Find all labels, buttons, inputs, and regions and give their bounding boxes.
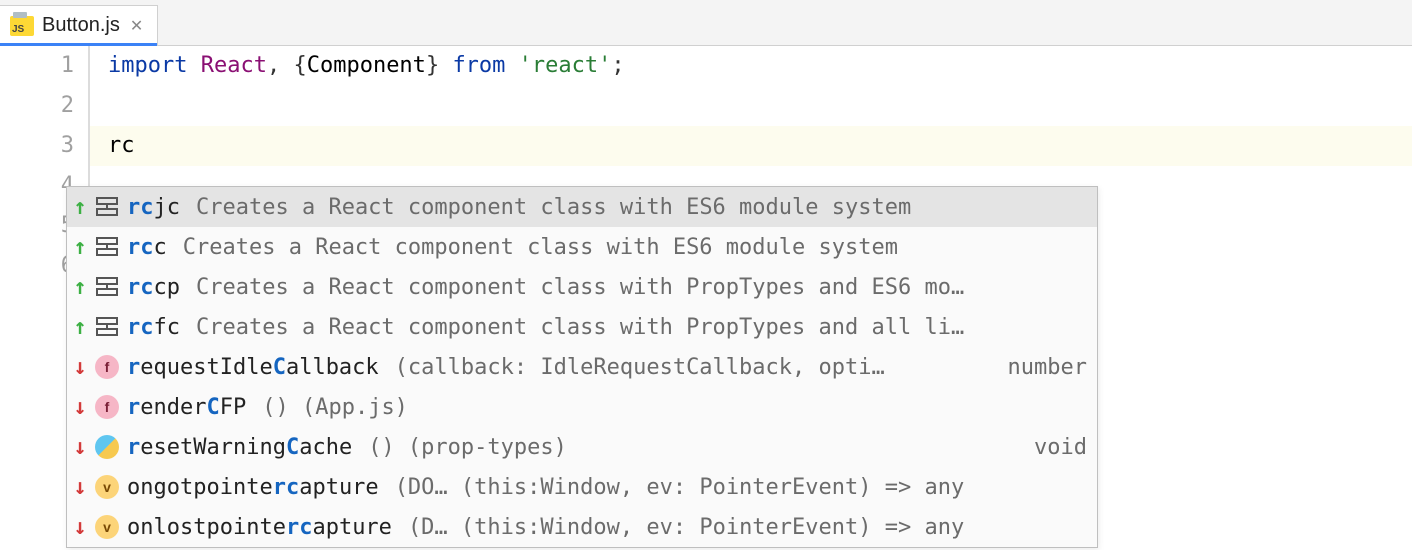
completion-description: Creates a React component class with ES6… bbox=[196, 195, 1087, 220]
completion-key: rcfc bbox=[127, 315, 180, 340]
autocomplete-item[interactable]: ↓ v ongotpointercapture (DO… (this:Window, … bbox=[67, 467, 1097, 507]
completion-key: ongotpointercapture bbox=[127, 475, 379, 500]
function-icon: f bbox=[95, 395, 119, 419]
arrow-down-icon: ↓ bbox=[73, 355, 87, 380]
code-line bbox=[108, 86, 1412, 126]
completion-description: () (prop-types) bbox=[368, 435, 1016, 460]
completion-key: requestIdleCallback bbox=[127, 355, 379, 380]
completion-description: (D… (this:Window, ev: PointerEvent) => a… bbox=[408, 515, 1087, 540]
autocomplete-popup[interactable]: ↑rcjcCreates a React component class wit… bbox=[66, 186, 1098, 548]
completion-key: renderCFP bbox=[127, 395, 246, 420]
autocomplete-item[interactable]: ↓ v onlostpointercapture (D… (this:Window, … bbox=[67, 507, 1097, 547]
arrow-up-icon: ↑ bbox=[73, 315, 87, 340]
function-icon: f bbox=[95, 355, 119, 379]
completion-key: rcc bbox=[127, 235, 167, 260]
template-icon bbox=[95, 275, 119, 299]
code-line-active: rc bbox=[90, 126, 1412, 166]
code-line: import React, {Component} from 'react'; bbox=[108, 46, 1412, 86]
variable-icon: v bbox=[95, 475, 119, 499]
autocomplete-item[interactable]: ↓ f requestIdleCallback (callback: IdleRequ… bbox=[67, 347, 1097, 387]
arrow-up-icon: ↑ bbox=[73, 195, 87, 220]
template-icon bbox=[95, 315, 119, 339]
arrow-up-icon: ↑ bbox=[73, 235, 87, 260]
line-number: 4 bbox=[0, 166, 74, 206]
line-number: 6 bbox=[0, 246, 74, 286]
completion-key: resetWarningCache bbox=[127, 435, 352, 460]
completion-tail-type: void bbox=[1034, 435, 1087, 460]
line-number: 3 bbox=[0, 126, 74, 166]
completion-description: () (App.js) bbox=[262, 395, 1087, 420]
line-number: 5 bbox=[0, 206, 74, 246]
completion-description: (DO… (this:Window, ev: PointerEvent) => … bbox=[395, 475, 1087, 500]
autocomplete-item[interactable]: ↓ f renderCFP () (App.js) bbox=[67, 387, 1097, 427]
autocomplete-item[interactable]: ↑ rcfc Creates a React component class wit… bbox=[67, 307, 1097, 347]
arrow-down-icon: ↓ bbox=[73, 515, 87, 540]
completion-description: (callback: IdleRequestCallback, opti… bbox=[395, 355, 990, 380]
tab-button-js[interactable]: JS Button.js ✕ bbox=[0, 5, 158, 45]
completion-key: rccp bbox=[127, 275, 180, 300]
tab-filename: Button.js bbox=[42, 14, 120, 37]
completion-description: Creates a React component class with Pro… bbox=[196, 275, 1087, 300]
arrow-down-icon: ↓ bbox=[73, 475, 87, 500]
completion-key: rcjc bbox=[127, 195, 180, 220]
autocomplete-item[interactable]: ↑ rccp Creates a React component class wit… bbox=[67, 267, 1097, 307]
completion-key: onlostpointercapture bbox=[127, 515, 392, 540]
completion-description: Creates a React component class with Pro… bbox=[196, 315, 1087, 340]
template-icon bbox=[95, 195, 119, 219]
tab-bar: JS Button.js ✕ bbox=[0, 0, 1412, 46]
autocomplete-item[interactable]: ↓ resetWarningCache () (prop-types) void bbox=[67, 427, 1097, 467]
variable-icon: v bbox=[95, 515, 119, 539]
js-file-icon: JS bbox=[10, 16, 34, 36]
arrow-down-icon: ↓ bbox=[73, 395, 87, 420]
arrow-up-icon: ↑ bbox=[73, 275, 87, 300]
line-number: 2 bbox=[0, 86, 74, 126]
completion-description: Creates a React component class with ES6… bbox=[183, 235, 1087, 260]
close-icon[interactable]: ✕ bbox=[128, 16, 145, 36]
arrow-down-icon: ↓ bbox=[73, 435, 87, 460]
line-number: 1 bbox=[0, 46, 74, 86]
template-icon bbox=[95, 235, 119, 259]
autocomplete-item[interactable]: ↑ rcc Creates a React component class with… bbox=[67, 227, 1097, 267]
autocomplete-item[interactable]: ↑ rcjc Creates a React component class wit… bbox=[67, 187, 1097, 227]
completion-tail-type: number bbox=[1008, 355, 1087, 380]
module-icon bbox=[95, 435, 119, 459]
